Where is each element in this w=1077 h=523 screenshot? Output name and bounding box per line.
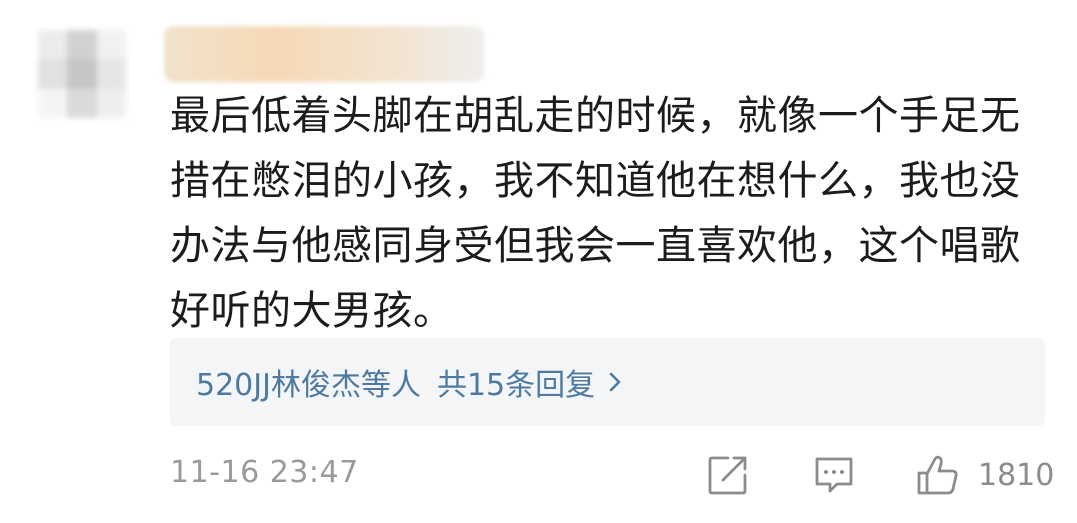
username-blurred[interactable] — [164, 26, 484, 82]
avatar[interactable] — [38, 30, 126, 118]
like-count: 1810 — [978, 457, 1055, 493]
share-button[interactable] — [706, 452, 752, 498]
reply-users-link[interactable]: 520JJ林俊杰等人 — [196, 360, 421, 404]
replies-preview[interactable]: 520JJ林俊杰等人 共15条回复 — [170, 338, 1045, 426]
comment-icon — [812, 453, 856, 497]
thumbs-up-icon — [916, 453, 960, 497]
comment-button[interactable] — [812, 452, 858, 498]
comment-timestamp: 11-16 23:47 — [170, 455, 359, 490]
share-icon — [706, 453, 750, 497]
like-button[interactable]: 1810 — [916, 452, 1054, 498]
comment-text: 最后低着头脚在胡乱走的时候，就像一个手足无 措在憋泪的小孩，我不知道他在想什么，… — [170, 93, 1021, 334]
chevron-right-icon — [605, 367, 629, 397]
reply-count-link[interactable]: 共15条回复 — [437, 360, 595, 404]
comment-card: 最后低着头脚在胡乱走的时候，就像一个手足无 措在憋泪的小孩，我不知道他在想什么，… — [0, 0, 1077, 523]
